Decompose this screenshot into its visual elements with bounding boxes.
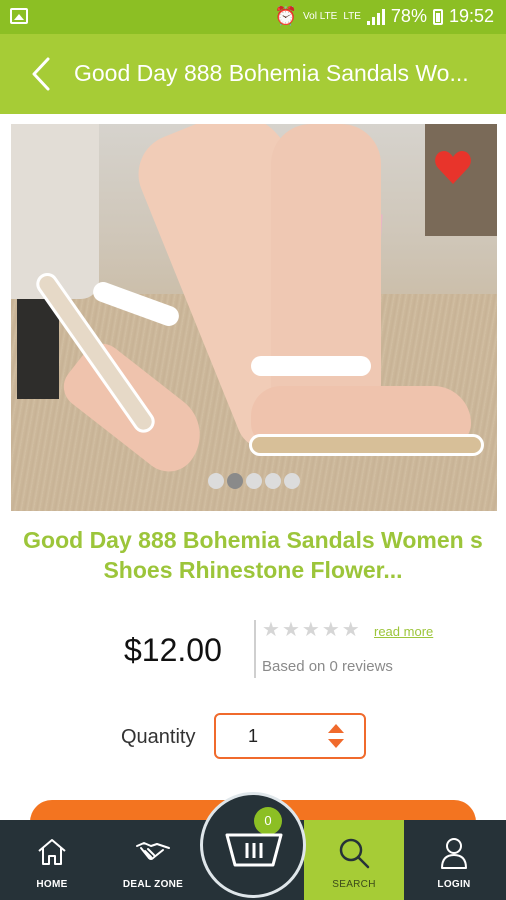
divider	[254, 620, 256, 678]
nav-deal-zone-label: DEAL ZONE	[122, 879, 184, 890]
search-icon	[339, 838, 370, 869]
nav-search-label: SEARCH	[332, 879, 376, 890]
star-icon: ★	[262, 619, 280, 641]
carousel-dot-active[interactable]	[227, 473, 243, 489]
handshake-icon	[136, 842, 170, 860]
product-image-carousel[interactable]	[11, 124, 497, 511]
nav-home-label: HOME	[36, 879, 68, 890]
star-icon: ★	[301, 619, 320, 641]
quantity-value: 1	[248, 726, 259, 746]
clock: 19:52	[448, 6, 494, 26]
star-icon: ★	[281, 619, 300, 641]
shopping-basket-icon	[225, 833, 283, 867]
rating-stars: ★ ★ ★ ★ ★	[262, 620, 360, 640]
star-icon: ★	[341, 619, 360, 641]
status-icons: ⏰ Vol LTE LTE 78% 19:52	[275, 6, 494, 27]
product-title: Good Day 888 Bohemia Sandals Women s Sho…	[23, 527, 483, 583]
nav-search[interactable]: SEARCH	[304, 820, 404, 900]
app-bar: Good Day 888 Bohemia Sandals Wo...	[0, 34, 506, 114]
signal-icon	[366, 8, 385, 25]
up-down-arrows-icon	[328, 724, 344, 748]
volte-indicator: Vol LTE	[303, 10, 338, 22]
carousel-dot[interactable]	[284, 473, 300, 489]
battery-percent: 78%	[390, 6, 427, 26]
star-icon: ★	[321, 619, 340, 641]
nav-home[interactable]: HOME	[2, 820, 102, 900]
battery-icon	[432, 8, 443, 25]
gallery-notification-icon	[10, 8, 28, 24]
carousel-dot[interactable]	[246, 473, 262, 489]
review-count: Based on 0 reviews	[262, 658, 393, 675]
nav-deal-zone[interactable]: DEAL ZONE	[103, 820, 203, 900]
carousel-dot[interactable]	[208, 473, 224, 489]
cart-button[interactable]: 0	[200, 792, 306, 898]
user-icon	[441, 838, 467, 869]
favorite-heart-icon[interactable]	[433, 148, 473, 188]
carousel-dot[interactable]	[265, 473, 281, 489]
nav-login[interactable]: LOGIN	[404, 820, 504, 900]
page-title: Good Day 888 Bohemia Sandals Wo...	[74, 60, 469, 86]
lte-indicator: LTE	[343, 10, 361, 22]
status-bar: ⏰ Vol LTE LTE 78% 19:52	[0, 0, 506, 34]
product-price: $12.00	[124, 632, 222, 668]
carousel-indicator	[11, 473, 497, 489]
read-more-link[interactable]: read more	[374, 624, 433, 639]
alarm-icon: ⏰	[274, 6, 298, 26]
quantity-select[interactable]: 1	[214, 713, 366, 759]
chevron-left-icon	[32, 57, 50, 91]
nav-login-label: LOGIN	[437, 879, 471, 890]
back-button[interactable]	[28, 56, 58, 92]
home-icon	[38, 839, 66, 865]
quantity-label: Quantity	[121, 726, 196, 748]
